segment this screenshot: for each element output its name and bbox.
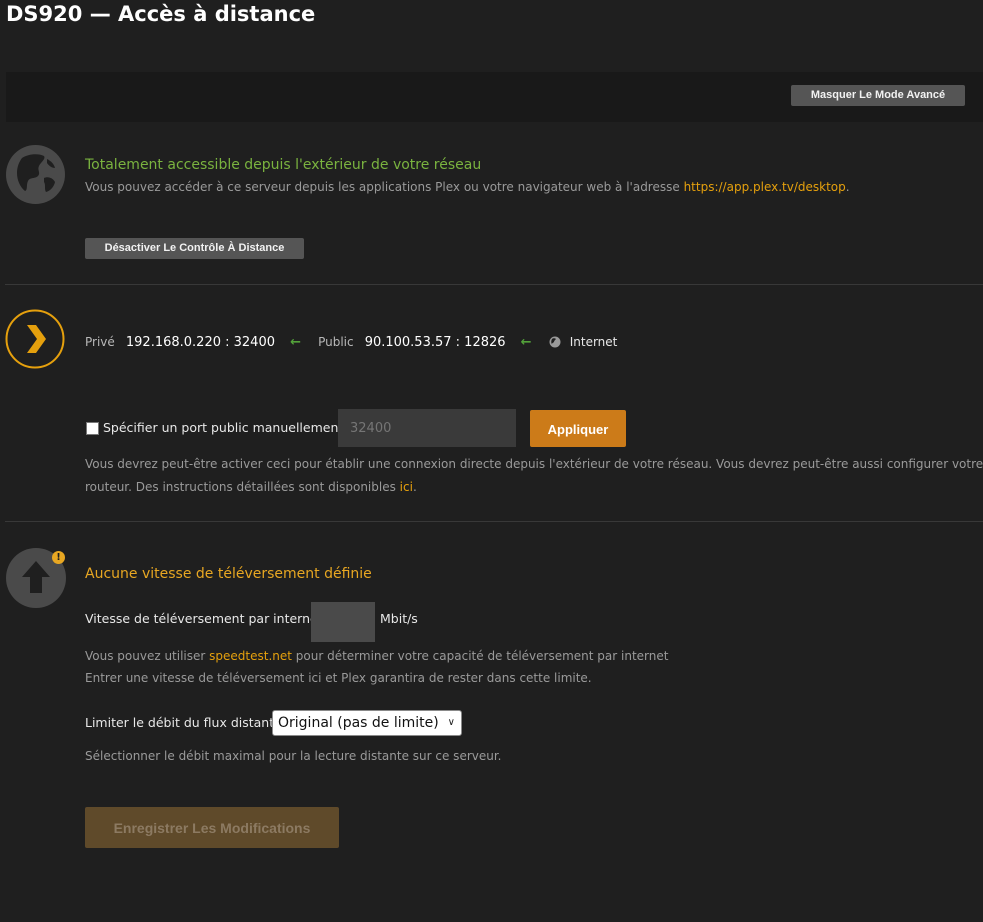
- help-text: pour déterminer votre capacité de téléve…: [291, 649, 669, 663]
- upload-help-line2: Entrer une vitesse de téléversement ici …: [85, 671, 592, 685]
- globe-small-icon: [549, 333, 561, 352]
- status-desc-text: Vous pouvez accéder à ce serveur depuis …: [85, 180, 684, 194]
- status-description: Vous pouvez accéder à ce serveur depuis …: [85, 176, 850, 199]
- arrow-left-icon: ←: [290, 335, 301, 350]
- help-text: Vous pouvez utiliser: [85, 649, 210, 663]
- status-desc-suffix: .: [845, 180, 850, 194]
- toggle-advanced-button[interactable]: Masquer Le Mode Avancé: [791, 85, 965, 106]
- save-changes-button[interactable]: Enregistrer Les Modifications: [85, 807, 339, 848]
- speedtest-link[interactable]: speedtest.net: [209, 649, 292, 663]
- manual-port-label: Spécifier un port public manuellement: [103, 420, 344, 435]
- connection-row: Privé 192.168.0.220 : 32400 ← Public 90.…: [85, 331, 617, 352]
- private-address: 192.168.0.220 : 32400: [125, 335, 275, 350]
- arrow-left-icon: ←: [520, 335, 532, 350]
- help-text: routeur. Des instructions détaillées son…: [85, 480, 400, 494]
- disable-remote-access-button[interactable]: Désactiver Le Contrôle À Distance: [85, 238, 304, 259]
- upload-speed-label: Vitesse de téléversement par internet: [85, 611, 323, 626]
- upload-speed-unit: Mbit/s: [380, 611, 418, 626]
- manual-port-help-line1: Vous devrez peut-être activer ceci pour …: [85, 457, 983, 471]
- private-label: Privé: [85, 335, 115, 349]
- warning-badge-icon: !: [52, 551, 65, 564]
- public-port-input[interactable]: [338, 409, 516, 447]
- divider: [5, 521, 983, 522]
- help-suffix: .: [412, 480, 417, 494]
- divider: [5, 284, 983, 285]
- upload-help-line1: Vous pouvez utiliser speedtest.net pour …: [85, 645, 668, 668]
- status-title: Totalement accessible depuis l'extérieur…: [85, 157, 482, 173]
- manual-port-checkbox[interactable]: [86, 422, 99, 435]
- upload-speed-input[interactable]: [311, 602, 375, 642]
- instructions-link[interactable]: ici: [400, 480, 413, 494]
- page-title: DS920 — Accès à distance: [6, 2, 316, 26]
- stream-limit-label: Limiter le débit du flux distant: [85, 715, 275, 730]
- stream-limit-select[interactable]: Original (pas de limite) ∨: [272, 710, 462, 736]
- internet-label: Internet: [569, 335, 618, 349]
- stream-limit-selected: Original (pas de limite): [278, 715, 439, 731]
- public-label: Public: [318, 335, 354, 349]
- public-address: 90.100.53.57 : 12826: [364, 335, 506, 350]
- globe-icon: [6, 145, 65, 204]
- apply-button[interactable]: Appliquer: [530, 410, 626, 447]
- plex-chevron-icon: [5, 309, 65, 369]
- chevron-down-icon: ∨: [447, 717, 455, 728]
- manual-port-help-line2: routeur. Des instructions détaillées son…: [85, 476, 417, 499]
- app-link[interactable]: https://app.plex.tv/desktop: [684, 180, 846, 194]
- upload-warning-title: Aucune vitesse de téléversement définie: [85, 566, 372, 582]
- stream-limit-help: Sélectionner le débit maximal pour la le…: [85, 749, 502, 763]
